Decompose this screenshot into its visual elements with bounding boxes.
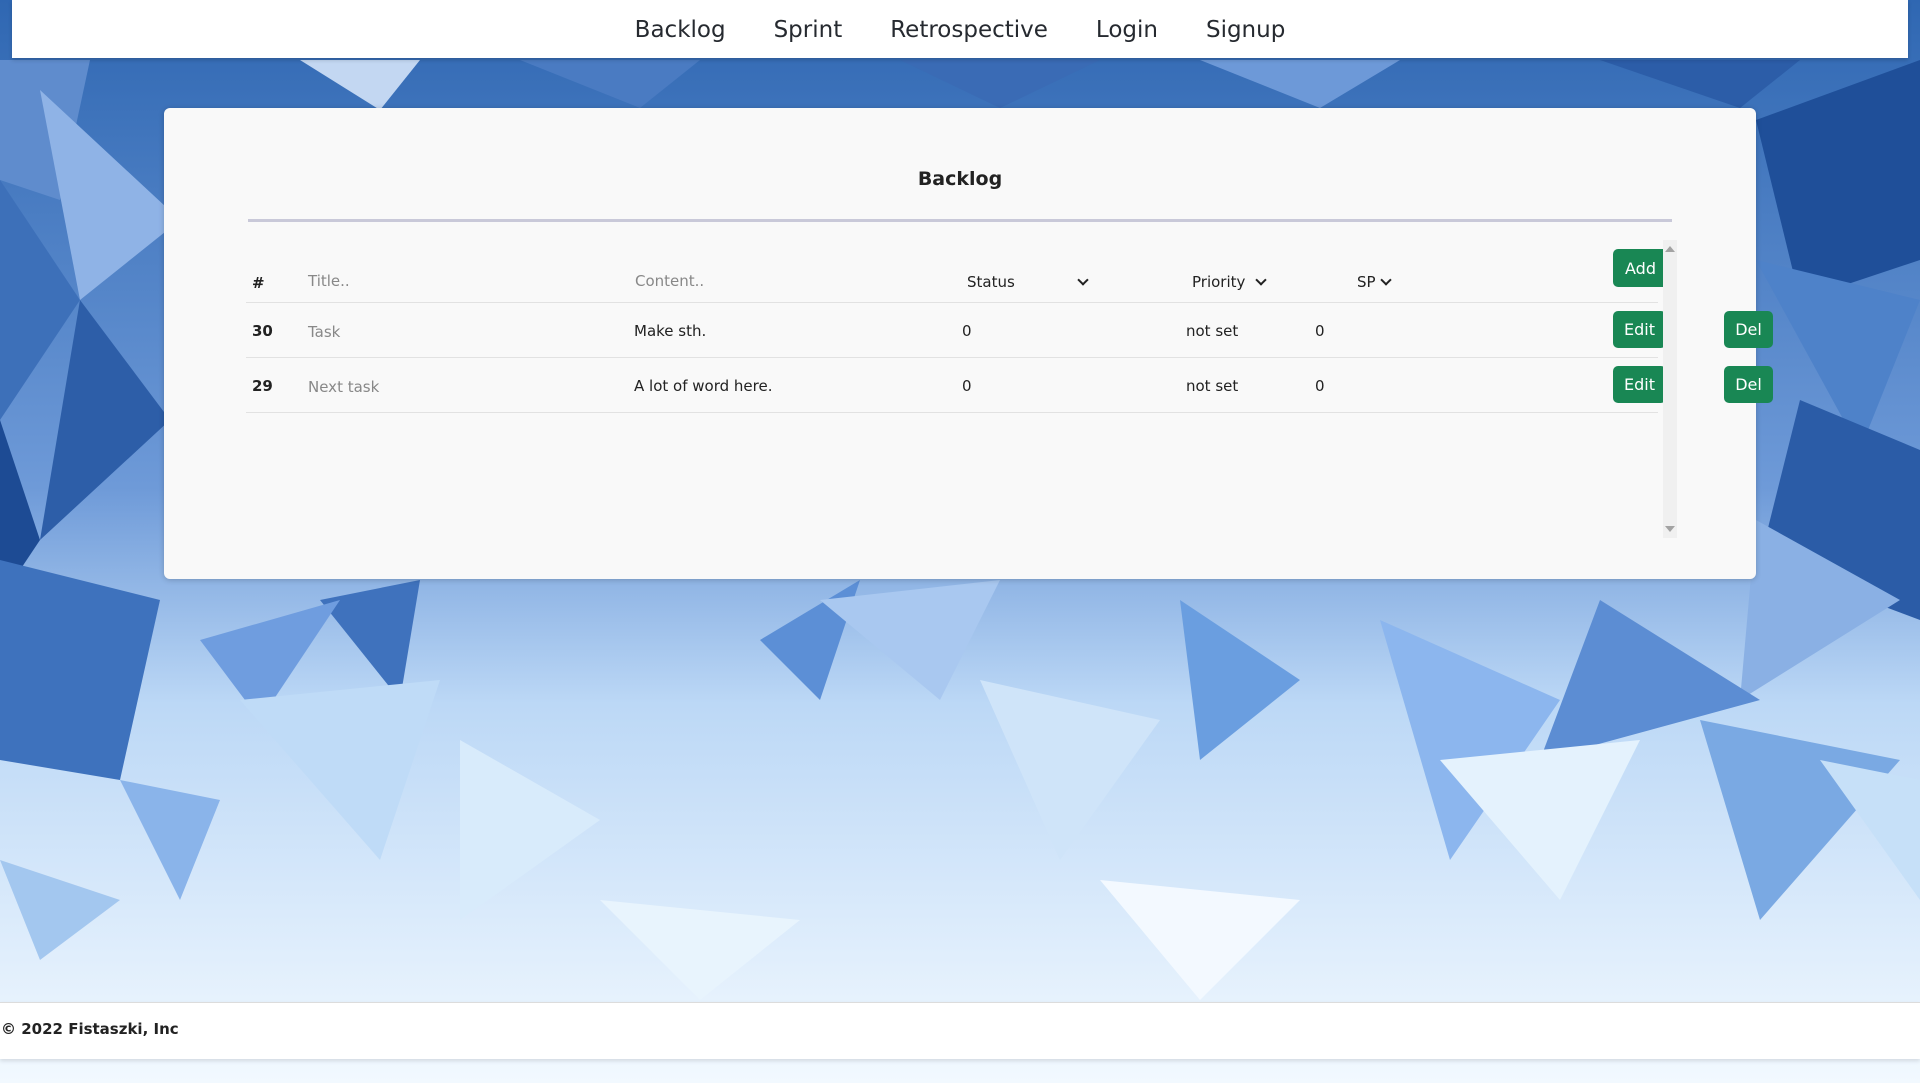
task-status: 0 (962, 322, 972, 340)
task-sp: 0 (1315, 322, 1325, 340)
status-select-label: Status (967, 273, 1015, 291)
scroll-up-icon[interactable] (1665, 246, 1675, 252)
task-id: 30 (252, 322, 273, 340)
task-priority: not set (1186, 322, 1239, 340)
backlog-card: Backlog # Title.. Content.. Status Prior… (164, 108, 1773, 579)
table-row: 29 Next task A lot of word here. 0 not s… (246, 357, 1773, 413)
title-input[interactable]: Title.. (308, 272, 350, 290)
table-scrollbar[interactable] (1663, 240, 1677, 538)
task-id: 29 (252, 377, 273, 395)
status-select[interactable]: Status (967, 273, 1089, 291)
chevron-down-icon (1077, 274, 1089, 286)
edit-button[interactable]: Edit (1613, 366, 1666, 403)
sp-select-label: SP (1357, 273, 1376, 291)
nav-link-login[interactable]: Login (1096, 17, 1158, 43)
add-button[interactable]: Add (1613, 249, 1668, 287)
table-header-row: # Title.. Content.. Status Priority SP A… (246, 240, 1668, 303)
task-title: Next task (308, 378, 380, 396)
task-title: Task (308, 323, 341, 341)
task-content: Make sth. (634, 322, 707, 340)
nav-link-sprint[interactable]: Sprint (774, 17, 843, 43)
footer-copyright: © 2022 Fistaszki, Inc (1, 1020, 179, 1038)
divider (248, 219, 1672, 222)
top-navbar: Backlog Sprint Retrospective Login Signu… (12, 0, 1908, 58)
nav-link-signup[interactable]: Signup (1206, 17, 1285, 43)
priority-select[interactable]: Priority (1192, 273, 1268, 291)
nav-link-retrospective[interactable]: Retrospective (890, 17, 1048, 43)
chevron-down-icon (1379, 274, 1392, 286)
priority-select-label: Priority (1192, 273, 1246, 291)
content-input[interactable]: Content.. (635, 272, 704, 290)
table-row: 30 Task Make sth. 0 not set 0 Edit Del (246, 302, 1773, 358)
page-footer: © 2022 Fistaszki, Inc (0, 1002, 1920, 1059)
edit-button[interactable]: Edit (1613, 311, 1666, 348)
task-sp: 0 (1315, 377, 1325, 395)
task-status: 0 (962, 377, 972, 395)
backlog-table: # Title.. Content.. Status Priority SP A… (246, 240, 1773, 538)
page-title: Backlog (917, 168, 1003, 190)
delete-button[interactable]: Del (1724, 311, 1773, 348)
sp-select[interactable]: SP (1357, 273, 1392, 291)
task-priority: not set (1186, 377, 1239, 395)
id-column-header: # (252, 274, 265, 292)
chevron-down-icon (1255, 274, 1268, 286)
scroll-down-icon[interactable] (1665, 526, 1675, 532)
task-content: A lot of word here. (634, 377, 773, 395)
delete-button[interactable]: Del (1724, 366, 1773, 403)
nav-link-backlog[interactable]: Backlog (635, 17, 726, 43)
